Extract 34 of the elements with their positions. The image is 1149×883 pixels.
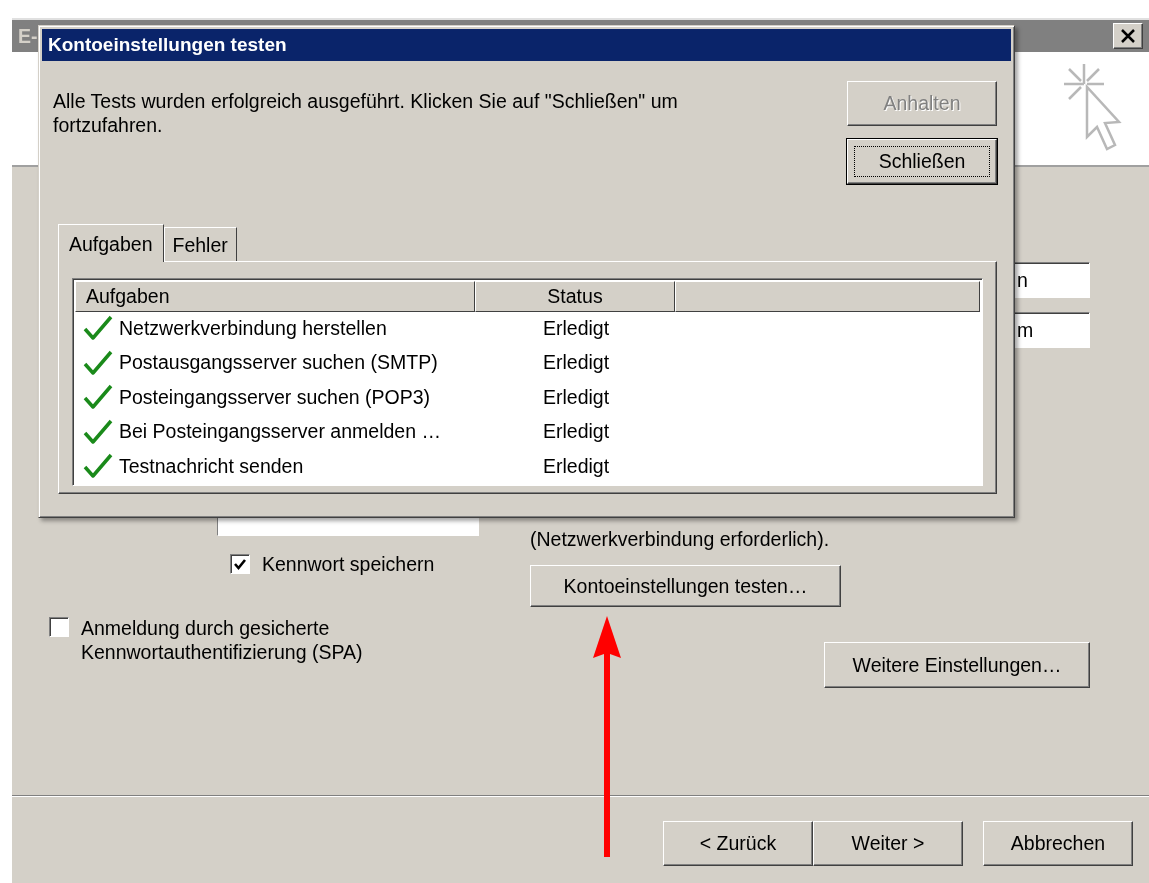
column-header[interactable]: Aufgaben [75, 281, 475, 312]
nav-button[interactable]: Abbrechen [983, 821, 1133, 866]
tab[interactable]: Aufgaben [58, 224, 164, 262]
text-field[interactable]: n [1012, 262, 1090, 298]
checkbox-label: Kennwort speichern [262, 553, 435, 576]
task-cell: Posteingangsserver suchen (POP3) [119, 385, 431, 409]
task-cell: Postausgangsserver suchen (SMTP) [119, 351, 438, 375]
more-settings-button[interactable]: Weitere Einstellungen… [824, 642, 1090, 688]
checkbox[interactable] [230, 554, 250, 574]
nav-button[interactable]: Weiter > [813, 821, 963, 866]
tab[interactable]: Fehler [163, 227, 237, 261]
test-settings-button[interactable]: Kontoeinstellungen testen… [530, 565, 841, 607]
task-cell: Bei Posteingangsserver anmelden … [119, 420, 441, 444]
password-field[interactable] [217, 518, 479, 536]
checkbox[interactable] [49, 617, 69, 637]
status-cell-text: Erledigt [543, 454, 611, 478]
status-cell-text: Erledigt [543, 385, 611, 409]
task-cell: Netzwerkverbindung herstellen [119, 316, 387, 340]
status-cell-text: Erledigt [543, 316, 611, 340]
dialog-title: Kontoeinstellungen testen [42, 29, 1011, 61]
status-cell-text: Erledigt [543, 351, 611, 375]
close-button[interactable] [1113, 23, 1143, 49]
nav-button[interactable]: < Zurück [663, 821, 813, 866]
text-field[interactable]: m [1012, 312, 1090, 348]
hint-text: (Netzwerkverbindung erforderlich). [530, 528, 830, 551]
status-message: Alle Tests wurden erfolgreich ausgeführt. Klicken Sie auf "Schließen" um fortzufahren. [53, 89, 679, 138]
column-header[interactable]: Status [475, 281, 675, 312]
checkbox-label: Anmeldung durch gesicherte Kennwortauthentifizierung (SPA) [81, 616, 364, 664]
window-title: E- [18, 24, 38, 48]
task-cell: Testnachricht senden [119, 454, 304, 478]
check-icon [233, 557, 247, 571]
close-icon [1121, 29, 1135, 43]
dialog-button[interactable]: Schließen [847, 139, 997, 184]
status-cell-text: Erledigt [543, 420, 611, 444]
